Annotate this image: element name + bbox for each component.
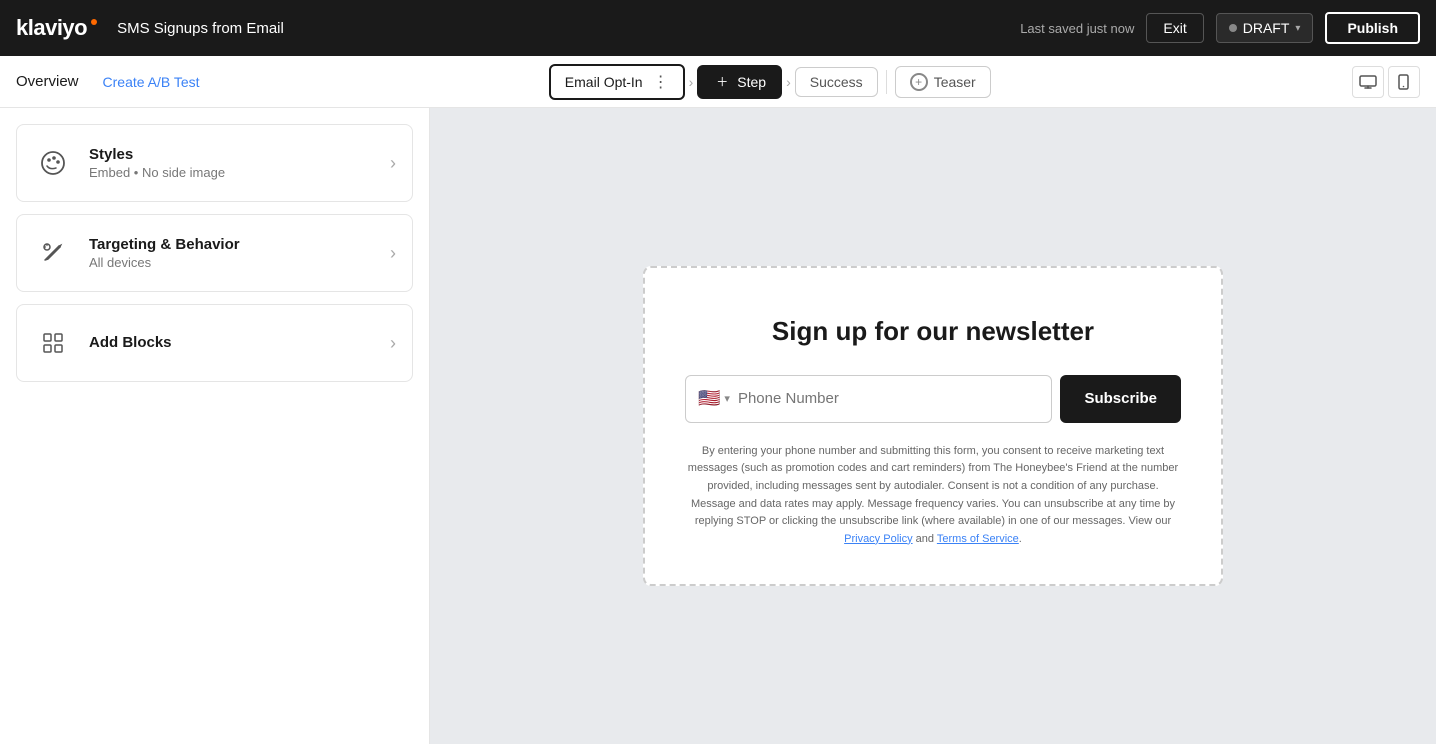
logo-text: klaviyo [16,15,87,41]
logo-dot [91,19,97,25]
phone-number-input[interactable] [738,390,1040,407]
country-select-chevron-icon: ▾ [724,392,730,405]
styles-title: Styles [89,146,374,163]
form-title: Sign up for our newsletter [685,316,1181,347]
phone-input-wrap[interactable]: 🇺🇸 ▾ [685,375,1052,423]
step-navigation: Email Opt-In ⋮ › ＋ Step › Success [549,64,991,100]
add-blocks-card[interactable]: Add Blocks › [16,304,413,382]
subscribe-button[interactable]: Subscribe [1060,375,1181,423]
disclaimer-and-text: and [913,533,937,545]
draft-chevron-icon: ▾ [1295,23,1300,34]
disclaimer-main-text: By entering your phone number and submit… [688,445,1178,527]
preview-area: Sign up for our newsletter 🇺🇸 ▾ Subscrib… [430,108,1436,744]
email-opt-in-options-icon[interactable]: ⋮ [653,72,669,92]
styles-chevron-icon: › [390,153,396,174]
draft-status-dot [1229,24,1237,32]
draft-label: DRAFT [1243,20,1290,36]
overview-label: Overview [16,73,79,90]
chevron-sep-2: › [786,74,791,90]
chevron-sep-1: › [689,74,694,90]
targeting-chevron-icon: › [390,243,396,264]
palette-icon [40,150,66,176]
targeting-icon [33,233,73,273]
page-title: SMS Signups from Email [117,20,1000,37]
secondary-navigation: Overview Create A/B Test Email Opt-In ⋮ … [0,56,1436,108]
create-ab-test-link[interactable]: Create A/B Test [103,74,200,90]
step-email-opt-in: Email Opt-In ⋮ [549,64,685,100]
step-step: ＋ Step [697,65,782,99]
sidebar: Styles Embed • No side image › Targeting… [0,108,430,744]
add-blocks-icon [33,323,73,363]
mobile-view-button[interactable] [1388,66,1420,98]
targeting-card-text: Targeting & Behavior All devices [89,236,374,270]
mobile-icon [1398,74,1409,90]
step-plus-icon: ＋ [716,76,728,88]
targeting-title: Targeting & Behavior [89,236,374,253]
step-success: Success [795,67,878,97]
teaser-label: Teaser [934,74,976,90]
country-flag-icon: 🇺🇸 [698,388,720,409]
teaser-button[interactable]: + Teaser [895,66,991,98]
targeting-card[interactable]: Targeting & Behavior All devices › [16,214,413,292]
targeting-pencil-icon [40,240,66,266]
styles-subtitle: Embed • No side image [89,165,374,180]
step-button[interactable]: ＋ Step [697,65,782,99]
step-separator [886,70,887,94]
form-card: Sign up for our newsletter 🇺🇸 ▾ Subscrib… [643,266,1223,587]
teaser-plus-icon: + [915,76,922,88]
last-saved-text: Last saved just now [1020,21,1134,36]
publish-button[interactable]: Publish [1325,12,1420,44]
blocks-grid-icon [40,330,66,356]
desktop-view-button[interactable] [1352,66,1384,98]
privacy-policy-link[interactable]: Privacy Policy [844,533,912,545]
terms-of-service-link[interactable]: Terms of Service [937,533,1019,545]
step-circle-icon: ＋ [713,73,731,91]
email-opt-in-button[interactable]: Email Opt-In ⋮ [549,64,685,100]
email-opt-in-label: Email Opt-In [565,74,643,90]
styles-card-text: Styles Embed • No side image [89,146,374,180]
main-layout: Styles Embed • No side image › Targeting… [0,108,1436,744]
logo: klaviyo [16,15,97,41]
disclaimer-text: By entering your phone number and submit… [685,443,1181,549]
view-toggles [1352,66,1420,98]
step-label: Step [737,74,766,90]
step-teaser: + Teaser [895,66,991,98]
success-button[interactable]: Success [795,67,878,97]
styles-card[interactable]: Styles Embed • No side image › [16,124,413,202]
add-blocks-card-text: Add Blocks [89,334,374,353]
disclaimer-end-text: . [1019,533,1022,545]
exit-button[interactable]: Exit [1146,13,1203,43]
styles-icon [33,143,73,183]
success-label: Success [810,74,863,90]
nav-right: Last saved just now Exit DRAFT ▾ Publish [1020,12,1420,44]
desktop-icon [1359,75,1377,89]
top-navigation: klaviyo SMS Signups from Email Last save… [0,0,1436,56]
add-blocks-chevron-icon: › [390,333,396,354]
phone-row: 🇺🇸 ▾ Subscribe [685,375,1181,423]
targeting-subtitle: All devices [89,255,374,270]
add-blocks-title: Add Blocks [89,334,374,351]
draft-button[interactable]: DRAFT ▾ [1216,13,1314,43]
teaser-circle-icon: + [910,73,928,91]
